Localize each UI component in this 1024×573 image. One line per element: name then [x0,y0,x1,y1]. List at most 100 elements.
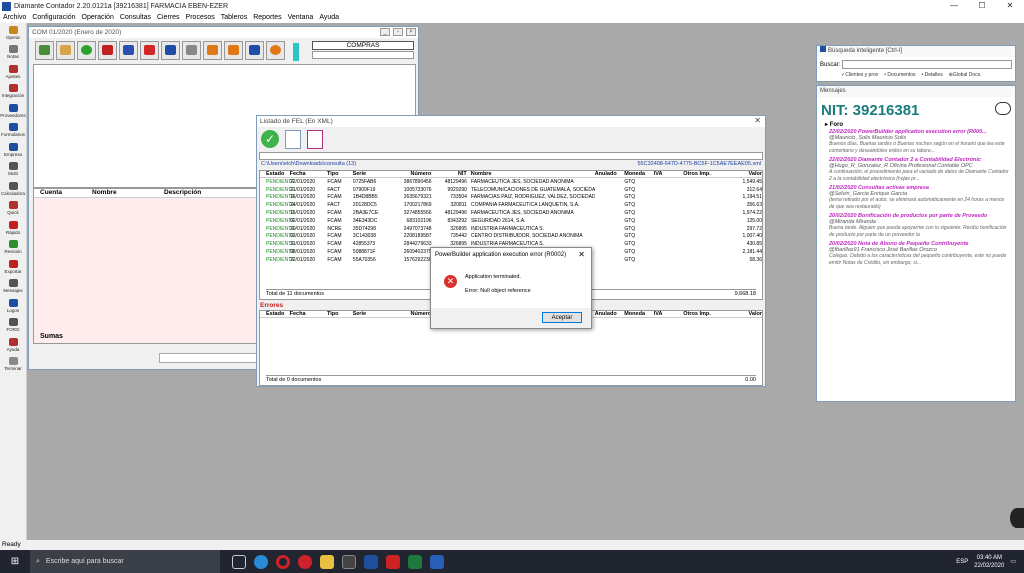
edit-button[interactable] [98,40,117,60]
print-button[interactable] [203,40,222,60]
menu-tableros[interactable]: Tableros [221,14,247,21]
side-handle[interactable] [1010,508,1024,528]
help-button[interactable] [266,40,285,60]
com-close-button[interactable]: × [406,28,416,36]
grid-delete-button[interactable] [161,40,180,60]
fel-button[interactable] [245,40,264,60]
sidebar-item-calculadora[interactable]: Calculadora [0,179,26,199]
sidebar-item-revision[interactable]: Revisión [0,238,26,258]
windows-start-button[interactable]: ⊞ [0,550,30,573]
menu-operacion[interactable]: Operación [82,14,114,21]
menu-cierres[interactable]: Cierres [157,14,180,21]
option-global-docs[interactable]: ⊕Global Docs. [949,72,982,78]
xml-doc-button[interactable] [285,129,301,149]
sidebar-item-multi[interactable]: Multi [0,160,26,180]
menu-ayuda[interactable]: Ayuda [319,14,339,21]
accept-check-button[interactable]: ✓ [261,130,279,148]
com-minimize-button[interactable]: _ [380,28,390,36]
table-cell: 312.64 [746,186,762,193]
table-row[interactable]: PENDIENTE 20/01/2020 NCRE 35D74298 249707374… [260,225,762,233]
path-input[interactable] [259,152,763,160]
attach-button[interactable] [182,40,201,60]
com-restore-button[interactable]: ▫ [393,28,403,36]
maximize-button[interactable]: ☐ [968,0,996,12]
diamante-icon[interactable] [364,554,378,569]
edge-icon[interactable] [254,554,268,569]
table-cell: 2844279633 [403,241,432,248]
cancel-button[interactable] [140,40,159,60]
com-toolbar: COMPRAS [29,38,418,62]
menu-configuracion[interactable]: Configuración [32,14,75,21]
sidebar-item-foro[interactable]: FORO [0,316,26,336]
option-detalles[interactable]: • Detalles [921,72,942,78]
task-view-icon[interactable] [232,554,246,569]
table-cell: 55A70356 [352,256,376,263]
menu-ventana[interactable]: Ventana [288,14,314,21]
aceptar-button[interactable]: Aceptar [542,312,582,323]
notifications-icon[interactable]: ▭ [1010,558,1016,565]
sidebar-item-ayuda[interactable]: Ayuda [0,335,26,355]
import-alt-button[interactable] [56,40,75,60]
printer-alt-icon [228,45,239,55]
taskbar-search[interactable]: ⌕ Escribe aquí para buscar [30,550,220,573]
compras-field[interactable] [312,51,414,59]
file-explorer-icon[interactable] [320,554,334,569]
close-button[interactable]: ✕ [996,0,1024,12]
minimize-button[interactable]: — [940,0,968,12]
option-clientes[interactable]: ✓Clientes y prov [841,72,878,78]
table-row[interactable]: PENDIENTE 21/01/2020 FACT 07909F19 100573307… [260,186,762,194]
table-row[interactable]: PENDIENTE 03/01/2020 FCAM 3C143038 220818958… [260,233,762,241]
table-cell: FCAM [327,210,342,217]
error-dialog-close-button[interactable]: ✕ [578,248,585,262]
opera-alt-icon[interactable] [298,554,312,569]
sidebar-item-mensajes[interactable]: Mensajes [0,277,26,297]
forum-post[interactable]: 20/02/2020 Bonificación de productos por… [817,212,1015,240]
fel-close-button[interactable]: ✕ [754,116,761,125]
excel-icon[interactable] [408,554,422,569]
menu-procesos[interactable]: Procesos [186,14,215,21]
table-row[interactable]: PENDIENTE 16/01/2020 FCAM 1B4D8BB5 263567932… [260,194,762,202]
print-alt-button[interactable] [224,40,243,60]
clock[interactable]: 03:40 AM 22/02/2020 [974,554,1004,570]
sidebar-item-logos[interactable]: Logos [0,296,26,316]
sidebar-item-ajustes[interactable]: Ajustes [0,62,26,82]
sidebar-item-exportar[interactable]: Exportar [0,257,26,277]
import-button[interactable] [35,40,54,60]
table-row[interactable]: PENDIENTE 02/01/2020 FCAM 34E343DC 683102196… [260,217,762,225]
forum-post[interactable]: 22/02/2020 PowerBuilder application exec… [817,128,1015,156]
table-row[interactable]: PENDIENTE 24/01/2020 FACT 20128DC5 170021786… [260,201,762,209]
search-input[interactable] [842,60,1012,69]
forum-post[interactable]: 21/02/2020 Consultas activas empresa @Sel… [817,184,1015,212]
opera-icon[interactable] [276,554,290,569]
sidebar-item-label: Formularios [1,132,25,138]
table-row[interactable]: PENDIENTE 15/01/2020 FCAM 2BA3E7CE 327485556… [260,209,762,217]
sidebar-item-terminar[interactable]: Terminar [0,355,26,375]
abc-button[interactable] [307,129,323,149]
sidebar-item-proveedores[interactable]: Proveedores [0,101,26,121]
forum-post[interactable]: 20/02/2020 Nota de Abono de Pequeño Cont… [817,240,1015,268]
sidebar-item-quick[interactable]: Quick [0,199,26,219]
sidebar-item-empresa[interactable]: Empresa [0,140,26,160]
table-cell: 34E343DC [352,217,378,224]
delete-button[interactable] [119,40,138,60]
menu-reportes[interactable]: Reportes [253,14,281,21]
sidebar-item-label: Operar [5,34,20,40]
sidebar-item-integracion[interactable]: Integración [0,82,26,102]
chat-icon[interactable] [995,102,1011,115]
add-button[interactable] [77,40,96,60]
table-row[interactable]: PENDIENTE 22/01/2020 FCAM 0725FAB6 386789045… [260,178,762,186]
sidebar-item-notas[interactable]: Notas [0,43,26,63]
forum-post[interactable]: 22/02/2020 Diamante Contador 2 a Contabi… [817,156,1015,184]
calculator-icon[interactable] [342,554,356,569]
language-indicator[interactable]: ESP [956,559,968,565]
menu-consultas[interactable]: Consultas [120,14,151,21]
option-documentos[interactable]: • Documentos [884,72,915,78]
sidebar-item-rapido[interactable]: Rápido [0,218,26,238]
table-cell: PENDIENTE [266,256,295,263]
trash-icon [123,45,134,55]
sidebar-item-operar[interactable]: Operar [0,23,26,43]
menu-archivo[interactable]: Archivo [3,14,26,21]
app-blue-icon[interactable] [430,554,444,569]
app-red-icon[interactable] [386,554,400,569]
sidebar-item-formularios[interactable]: Formularios [0,121,26,141]
